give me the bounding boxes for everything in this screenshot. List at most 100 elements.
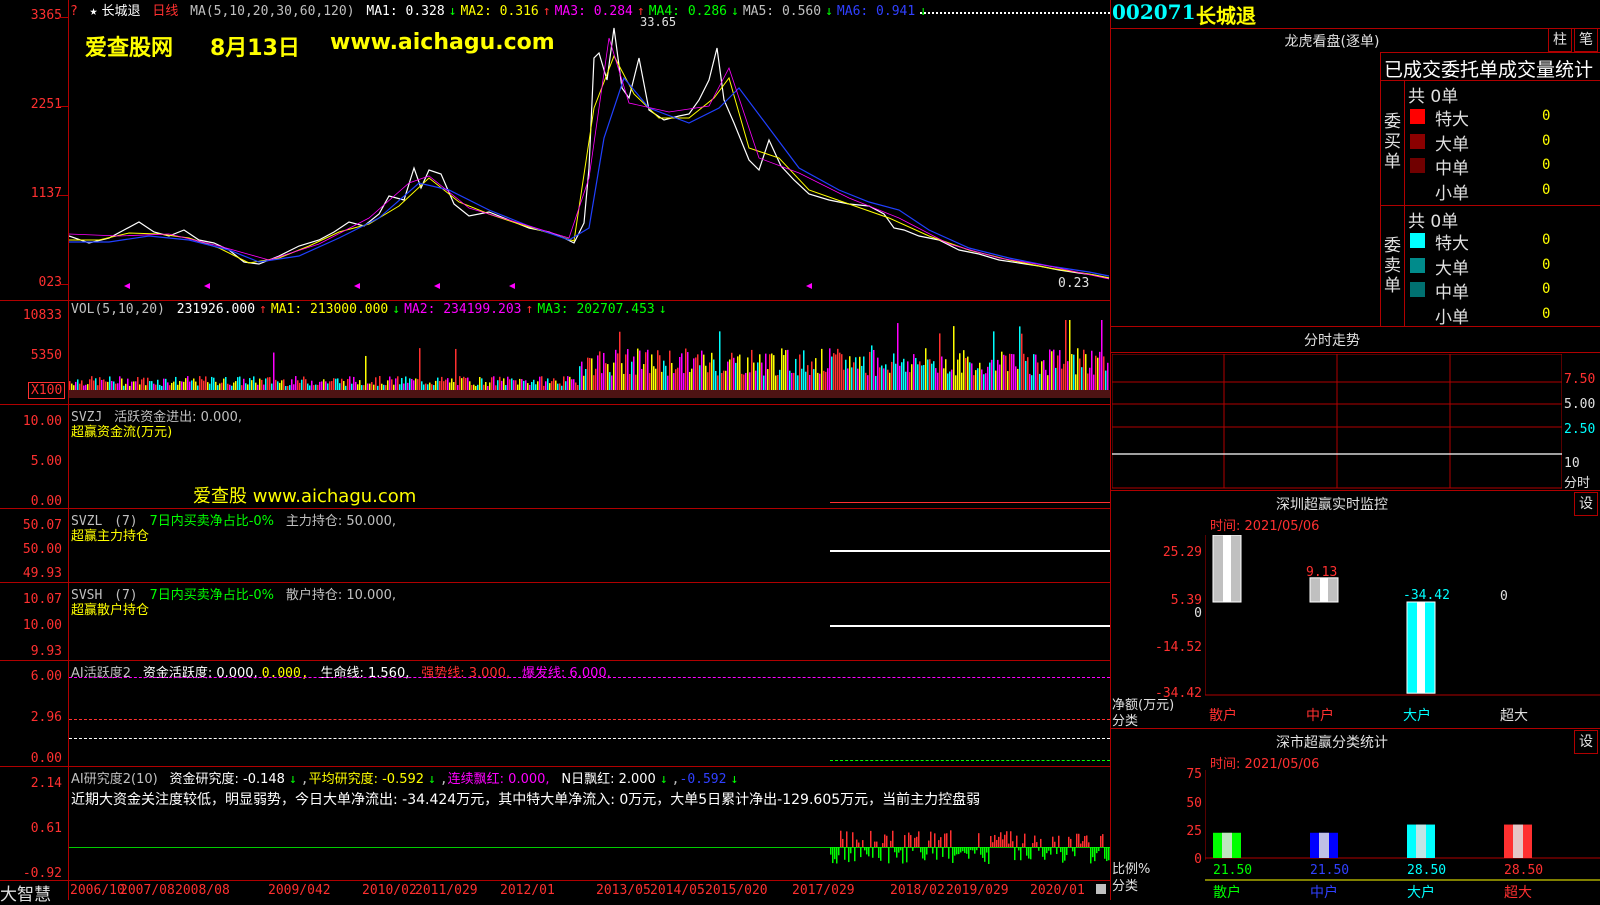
- volume-bar: [745, 372, 747, 390]
- volume-bar: [1095, 355, 1097, 390]
- volume-bar: [219, 383, 221, 390]
- volume-bar: [733, 357, 735, 390]
- sz-settings-button[interactable]: 设: [1574, 492, 1598, 516]
- research-bar: [1036, 842, 1038, 847]
- vol-ma2: MA2: 234199.203: [404, 302, 522, 317]
- scroll-handle[interactable]: [1096, 884, 1106, 894]
- volume-bar: [261, 379, 263, 390]
- volume-bar: [459, 376, 461, 390]
- volume-bar: [409, 378, 411, 390]
- volume-bar: [799, 354, 801, 390]
- research-bar: [866, 847, 868, 855]
- volume-bar: [955, 375, 957, 390]
- vol-axis-label: 10833: [22, 308, 62, 323]
- volume-bar: [933, 361, 935, 390]
- volume-bar: [1025, 360, 1027, 390]
- volume-bar: [417, 379, 419, 390]
- svzl-desc: 7日内买卖净占比-0%: [149, 514, 275, 529]
- price-panel-header: ? ★ 长城退 日线 MA(5,10,20,30,60,120) MA1: 0.3…: [70, 0, 931, 19]
- research-bar: [910, 835, 912, 847]
- volume-bar: [791, 372, 793, 390]
- volume-bar: [711, 352, 713, 390]
- volume-bar: [129, 385, 131, 390]
- volume-bar: [757, 362, 759, 390]
- research-bar: [998, 836, 1000, 847]
- volume-bar: [159, 384, 161, 390]
- volume-bar: [979, 362, 981, 390]
- research-bar: [1056, 847, 1058, 855]
- volume-bar: [91, 376, 93, 390]
- volume-bar: [877, 357, 879, 390]
- axis-tick: [58, 284, 68, 285]
- class-settings-button[interactable]: 设: [1574, 730, 1598, 754]
- volume-bar: [87, 384, 89, 390]
- volume-bar: [337, 378, 339, 390]
- vol-ma3: MA3: 202707.453: [537, 302, 655, 317]
- volume-bar: [623, 373, 625, 390]
- volume-bar: [555, 380, 557, 390]
- class-bar-chart[interactable]: 21.50 散户 21.50 中户 28.50 大户 28.50 超大: [1205, 770, 1600, 900]
- volume-bar: [517, 384, 519, 390]
- research-bar: [960, 847, 962, 853]
- intraday-chart[interactable]: [1112, 354, 1562, 490]
- volume-bar: [239, 376, 241, 390]
- volume-bar: [755, 370, 757, 390]
- settings-icon[interactable]: ?: [70, 4, 78, 19]
- volume-bar: [619, 331, 621, 390]
- volume-bar: [585, 369, 587, 390]
- research-bar: [1016, 835, 1018, 847]
- volume-bar: [821, 348, 823, 390]
- price-candlestick-chart[interactable]: [69, 18, 1110, 300]
- research-bar: [880, 847, 882, 861]
- buy-total: 共 0单: [1408, 87, 1459, 107]
- volume-bar: [701, 350, 703, 390]
- ai-active-v3: 生命线: 1.560,: [320, 666, 410, 681]
- period-label[interactable]: 日线: [152, 4, 178, 19]
- tick-tab-button[interactable]: 笔: [1574, 28, 1598, 52]
- volume-bar: [565, 381, 567, 390]
- volume-bar: [815, 358, 817, 390]
- date-label: 2006/10: [70, 883, 125, 898]
- class-axis-label: 25: [1186, 824, 1202, 839]
- volume-bar: [547, 378, 549, 390]
- order-size-label: 特大: [1435, 234, 1469, 254]
- research-bar: [902, 847, 904, 864]
- research-bar: [1038, 847, 1040, 851]
- sz-bar-highlight: [1417, 602, 1425, 694]
- panel-separator: [1380, 52, 1381, 326]
- volume-chart[interactable]: [69, 320, 1110, 398]
- right-panel-divider: [1110, 0, 1111, 900]
- research-bar: [1070, 838, 1072, 847]
- svzl-line: [830, 550, 1110, 552]
- research-bar: [984, 847, 986, 862]
- volume-bar: [461, 378, 463, 390]
- volume-bar: [1035, 354, 1037, 390]
- star-icon[interactable]: ★: [90, 4, 98, 19]
- volume-bar: [1043, 360, 1045, 390]
- volume-bar: [833, 353, 835, 390]
- bar-tab-button[interactable]: 柱: [1548, 28, 1572, 52]
- volume-bar: [983, 374, 985, 390]
- volume-bar: [405, 376, 407, 390]
- volume-bar: [839, 352, 841, 390]
- sz-bar-highlight: [1223, 535, 1231, 602]
- arrow-down-icon: ↓: [825, 4, 833, 19]
- volume-bar: [909, 372, 911, 390]
- volume-bar: [675, 369, 677, 390]
- volume-bar: [893, 353, 895, 390]
- volume-bars: [69, 320, 1109, 390]
- volume-bar: [713, 359, 715, 390]
- ai-research-v1: 资金研究度: -0.148: [169, 772, 285, 787]
- volume-bar: [441, 376, 443, 390]
- volume-bar: [1023, 353, 1025, 390]
- volume-bar: [475, 385, 477, 390]
- research-bar: [914, 837, 916, 847]
- volume-bar: [123, 385, 125, 390]
- volume-bar: [311, 380, 313, 390]
- volume-bar: [629, 374, 631, 390]
- sz-bar-chart[interactable]: 25.29 散户 9.13 中户 -34.42 大户 0 超大: [1205, 535, 1600, 725]
- volume-bar: [299, 382, 301, 390]
- volume-bar: [895, 363, 897, 390]
- volume-bar: [741, 373, 743, 390]
- research-bar: [854, 847, 856, 862]
